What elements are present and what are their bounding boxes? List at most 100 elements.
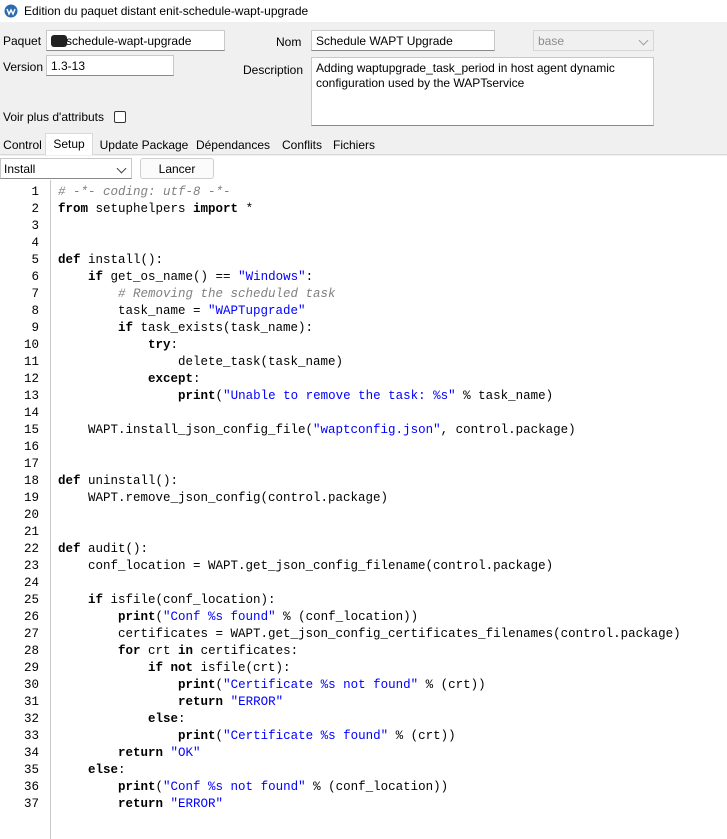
code-token: , control.package) [440, 423, 576, 437]
nom-value: Schedule WAPT Upgrade [316, 34, 453, 48]
nom-field[interactable]: Schedule WAPT Upgrade [311, 30, 495, 51]
version-value: 1.3-13 [51, 59, 86, 73]
line-number: 21 [23, 525, 39, 539]
line-number: 18 [23, 474, 39, 488]
more-attributes-checkbox[interactable] [114, 111, 126, 123]
code-line[interactable]: # Removing the scheduled task [58, 286, 681, 303]
code-line[interactable]: print("Certificate %s found" % (crt)) [58, 728, 681, 745]
line-number: 22 [23, 542, 39, 556]
code-line[interactable]: if not isfile(crt): [58, 660, 681, 677]
tab-setup[interactable]: Setup [45, 133, 93, 155]
tab-conflits[interactable]: Conflits [277, 135, 327, 155]
code-line[interactable]: for crt in certificates: [58, 643, 681, 660]
code-line[interactable] [58, 405, 681, 422]
code-token: certificates = WAPT.get_json_config_cert… [58, 627, 681, 641]
code-token: if not [148, 661, 194, 675]
version-field[interactable]: 1.3-13 [46, 55, 174, 76]
code-line[interactable]: WAPT.remove_json_config(control.package) [58, 490, 681, 507]
code-line[interactable]: WAPT.install_json_config_file("waptconfi… [58, 422, 681, 439]
line-number: 9 [31, 321, 39, 335]
code-token: % (conf_location)) [305, 780, 449, 794]
line-number: 23 [23, 559, 39, 573]
code-line[interactable]: except: [58, 371, 681, 388]
code-line[interactable]: return "OK" [58, 745, 681, 762]
code-token: ( [155, 610, 164, 624]
code-line[interactable]: print("Conf %s found" % (conf_location)) [58, 609, 681, 626]
action-value: Install [4, 162, 36, 176]
code-line[interactable] [58, 439, 681, 456]
code-line[interactable] [58, 218, 681, 235]
action-select[interactable]: Install [0, 158, 132, 179]
code-editor[interactable]: 1 2 3 4 5 6 7 8 9 10 11 12 13 14 15 16 17 18 19 20 21 22 23 24 2… [0, 180, 727, 839]
code-token: % (conf_location)) [275, 610, 419, 624]
code-line[interactable] [58, 575, 681, 592]
code-token: WAPT.install_json_config_file( [58, 423, 314, 437]
code-line[interactable]: print("Unable to remove the task: %s" % … [58, 388, 681, 405]
chevron-down-icon [638, 35, 649, 46]
code-line[interactable]: delete_task(task_name) [58, 354, 681, 371]
code-line[interactable]: try: [58, 337, 681, 354]
code-token: ( [215, 389, 224, 403]
code-token: task_name = [58, 304, 209, 318]
line-number: 30 [23, 678, 39, 692]
code-token: if [118, 321, 134, 335]
code-line[interactable]: def uninstall(): [58, 473, 681, 490]
code-line[interactable]: if isfile(conf_location): [58, 592, 681, 609]
code-line[interactable] [58, 235, 681, 252]
code-token: isfile(conf_location): [103, 593, 276, 607]
line-number: 4 [31, 236, 39, 250]
run-button[interactable]: Lancer [140, 158, 214, 179]
line-number: 15 [23, 423, 39, 437]
code-line[interactable]: print("Certificate %s not found" % (crt)… [58, 677, 681, 694]
code-line[interactable]: else: [58, 711, 681, 728]
tab-dependances[interactable]: Dépendances [193, 135, 273, 155]
window-title: Edition du paquet distant enit-schedule-… [24, 4, 309, 18]
code-line[interactable]: return "ERROR" [58, 796, 681, 813]
code-line[interactable]: task_name = "WAPTupgrade" [58, 303, 681, 320]
code-token: certificates: [193, 644, 299, 658]
code-line[interactable]: else: [58, 762, 681, 779]
code-line[interactable] [58, 456, 681, 473]
code-line[interactable]: def audit(): [58, 541, 681, 558]
code-token: "WAPTupgrade" [208, 304, 306, 318]
code-token: else [148, 712, 179, 726]
code-token: WAPT.remove_json_config(control.package) [58, 491, 389, 505]
code-token: "Certificate %s found" [223, 729, 389, 743]
line-number: 13 [23, 389, 39, 403]
code-line[interactable] [58, 507, 681, 524]
code-token: else [88, 763, 119, 777]
tab-control[interactable]: Control [0, 135, 45, 155]
code-line[interactable]: return "ERROR" [58, 694, 681, 711]
description-field[interactable]: Adding waptupgrade_task_period in host a… [311, 57, 654, 126]
line-number: 29 [23, 661, 39, 675]
code-line[interactable] [58, 524, 681, 541]
tab-fichiers[interactable]: Fichiers [330, 135, 378, 155]
line-number: 8 [31, 304, 39, 318]
code-line[interactable]: if get_os_name() == "Windows": [58, 269, 681, 286]
title-bar: Edition du paquet distant enit-schedule-… [0, 0, 727, 22]
code-line[interactable]: conf_location = WAPT.get_json_config_fil… [58, 558, 681, 575]
base-select: base [533, 30, 654, 51]
code-line[interactable]: certificates = WAPT.get_json_config_cert… [58, 626, 681, 643]
paquet-field[interactable]: schedule-wapt-upgrade [46, 30, 225, 51]
line-number: 26 [23, 610, 39, 624]
code-line[interactable]: print("Conf %s not found" % (conf_locati… [58, 779, 681, 796]
code-line[interactable]: if task_exists(task_name): [58, 320, 681, 337]
code-token: get_os_name() == [103, 270, 239, 284]
code-content[interactable]: # -*- coding: utf-8 -*- from setuphelpers… [58, 184, 681, 813]
tab-update-package[interactable]: Update Package [96, 135, 192, 155]
code-line[interactable]: from setuphelpers import * [58, 201, 681, 218]
code-line[interactable]: def install(): [58, 252, 681, 269]
code-token: "OK" [170, 746, 201, 760]
code-line[interactable]: # -*- coding: utf-8 -*- [58, 184, 681, 201]
code-token: % task_name) [455, 389, 554, 403]
